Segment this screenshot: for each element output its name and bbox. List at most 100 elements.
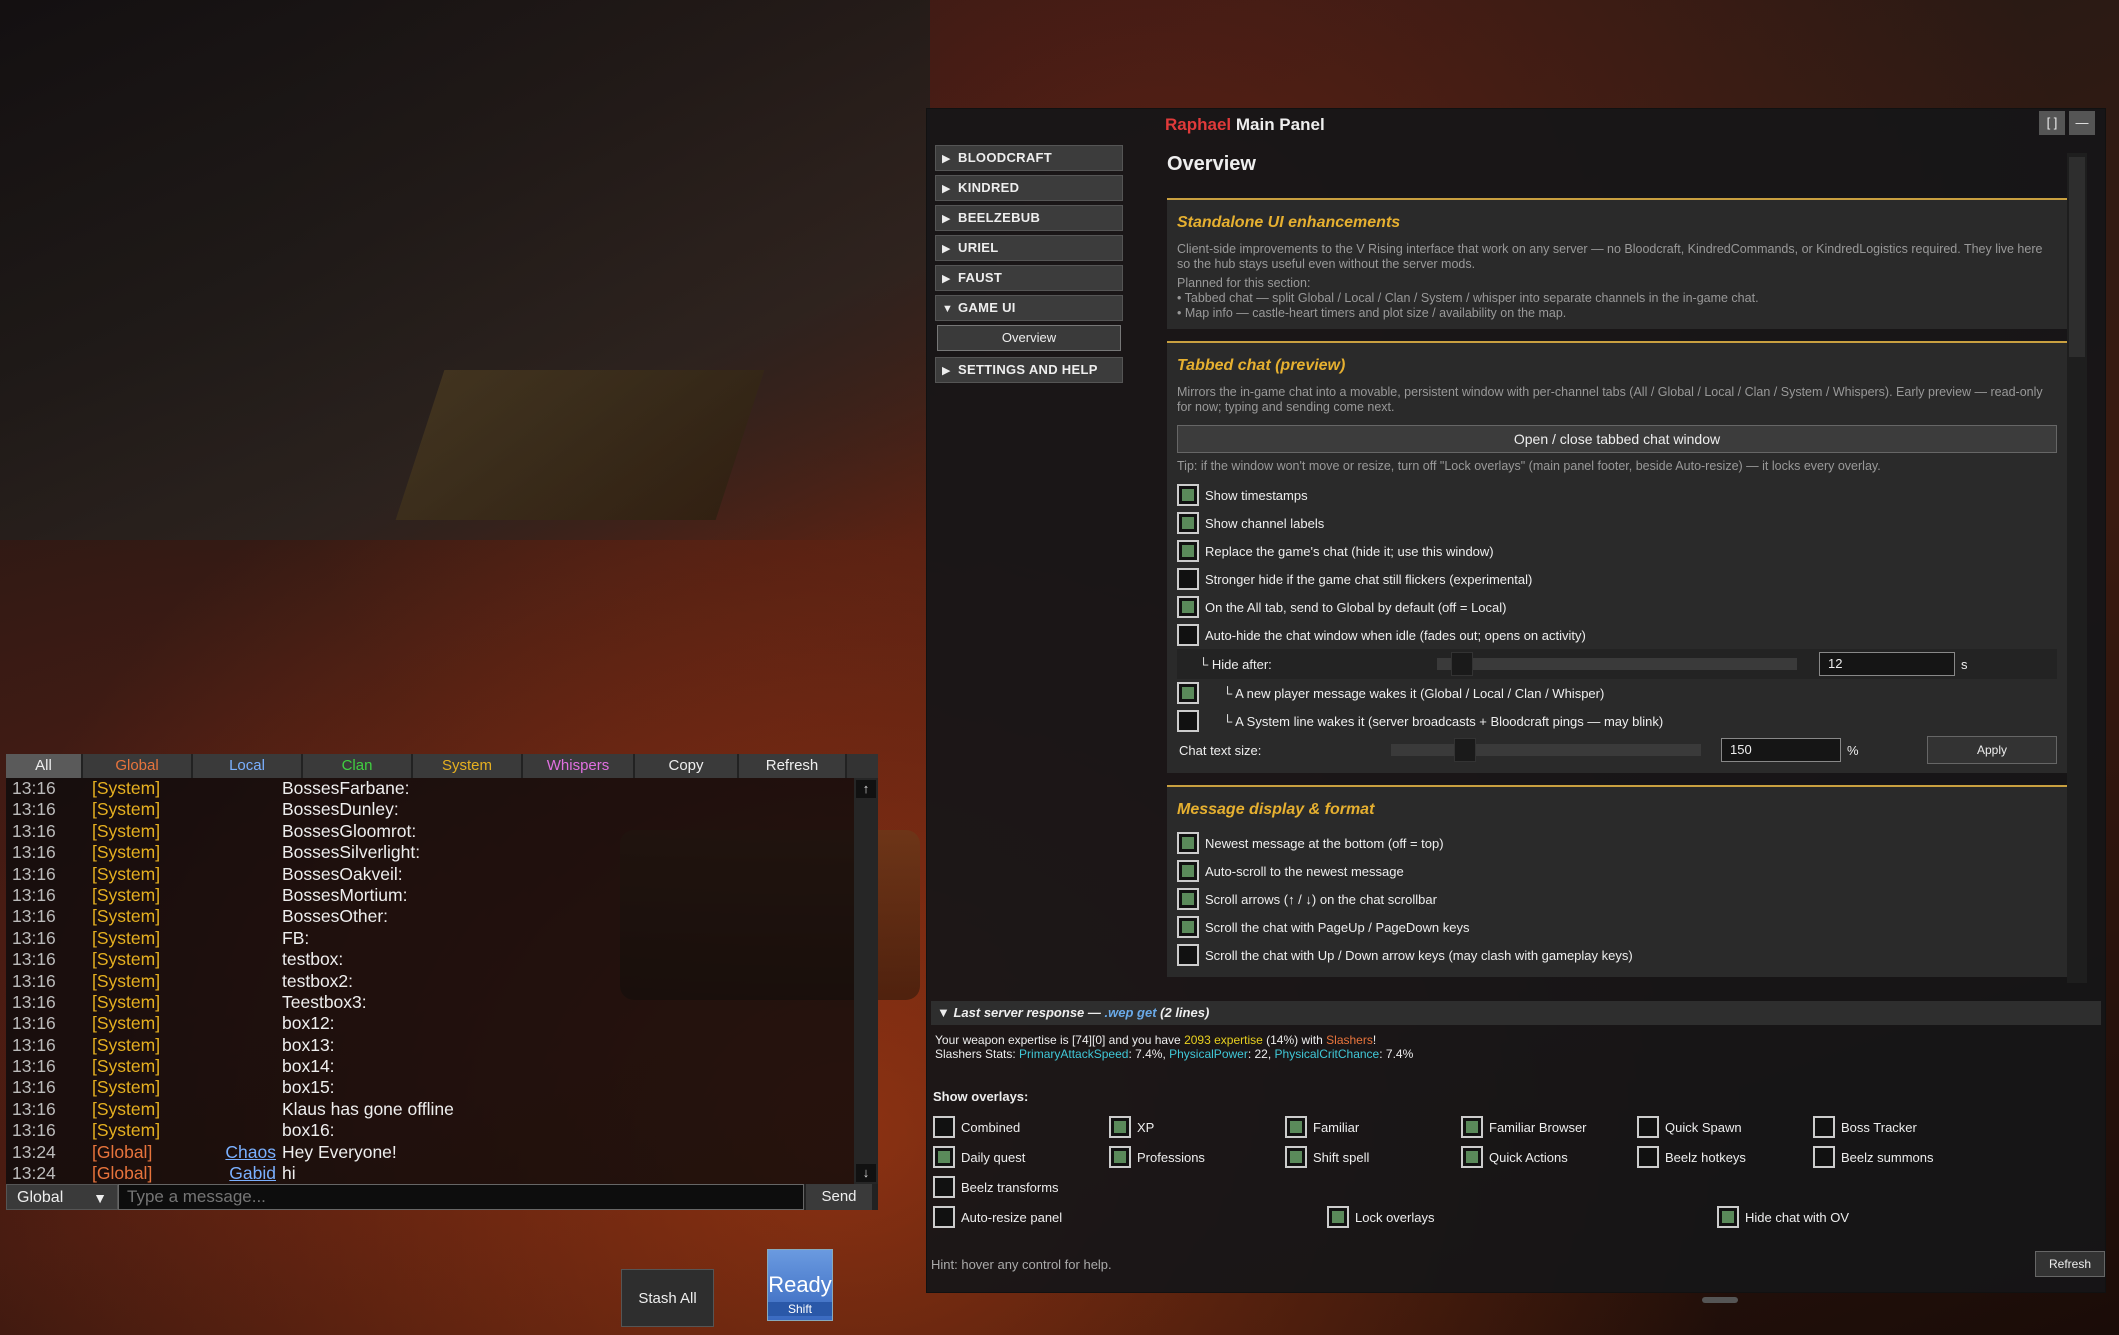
content-scrollbar[interactable]: [2067, 153, 2087, 983]
option-row[interactable]: Show timestamps: [1177, 481, 2057, 509]
sidebar-item-faust[interactable]: ▶ FAUST: [935, 265, 1123, 291]
sidebar-item-settings-and-help[interactable]: ▶ SETTINGS AND HELP: [935, 357, 1123, 383]
overlay-toggle-quick-spawn[interactable]: Quick Spawn: [1637, 1115, 1742, 1139]
checkbox[interactable]: [1637, 1116, 1659, 1138]
scroll-down-arrow-icon[interactable]: ↓: [856, 1164, 876, 1182]
chat-tab-local[interactable]: Local: [193, 754, 303, 778]
option-row[interactable]: Scroll the chat with PageUp / PageDown k…: [1177, 913, 2057, 941]
chat-tab-all[interactable]: All: [6, 754, 83, 778]
overlay-toggle-beelz-hotkeys[interactable]: Beelz hotkeys: [1637, 1145, 1746, 1169]
send-button[interactable]: Send: [804, 1184, 872, 1210]
maximize-button[interactable]: [ ]: [2039, 111, 2065, 135]
content-scrollbar-thumb[interactable]: [2069, 157, 2085, 357]
checkbox[interactable]: [1109, 1146, 1131, 1168]
checkbox[interactable]: [1177, 484, 1199, 506]
sidebar-item-game-ui[interactable]: ▼ GAME UI: [935, 295, 1123, 321]
checkbox[interactable]: [933, 1116, 955, 1138]
message-sender-link[interactable]: Chaos: [218, 1142, 282, 1163]
checkbox[interactable]: [1177, 888, 1199, 910]
checkbox[interactable]: [933, 1146, 955, 1168]
channel-select[interactable]: Global ▼: [6, 1184, 118, 1210]
sidebar-subitem-overview[interactable]: Overview: [937, 325, 1121, 351]
chat-tab-system[interactable]: System: [413, 754, 523, 778]
overlay-toggle-xp[interactable]: XP: [1109, 1115, 1154, 1139]
overlay-toggle-shift-spell[interactable]: Shift spell: [1285, 1145, 1369, 1169]
option-row[interactable]: Scroll arrows (↑ / ↓) on the chat scroll…: [1177, 885, 2057, 913]
chat-tab-refresh[interactable]: Refresh: [739, 754, 847, 778]
sidebar-item-kindred[interactable]: ▶ KINDRED: [935, 175, 1123, 201]
minimize-button[interactable]: —: [2069, 111, 2095, 135]
checkbox[interactable]: [1177, 624, 1199, 646]
overlay-toggle-daily-quest[interactable]: Daily quest: [933, 1145, 1025, 1169]
option-row[interactable]: Auto-hide the chat window when idle (fad…: [1177, 621, 2057, 649]
tabbed-chat-window[interactable]: All Global Local Clan System Whispers Copy Refr…: [6, 754, 878, 1210]
checkbox[interactable]: [1461, 1146, 1483, 1168]
overlay-toggle-beelz-summons[interactable]: Beelz summons: [1813, 1145, 1933, 1169]
main-panel[interactable]: Raphael Main Panel [ ] — ▶ BLOODCRAFT ▶ KIN…: [926, 108, 2106, 1303]
checkbox[interactable]: [1285, 1116, 1307, 1138]
overlay-toggle-familiar[interactable]: Familiar: [1285, 1115, 1359, 1139]
checkbox[interactable]: [1177, 512, 1199, 534]
panel-refresh-button[interactable]: Refresh: [2035, 1251, 2105, 1277]
hide-after-field[interactable]: 12: [1819, 652, 1955, 676]
option-row[interactable]: Replace the game's chat (hide it; use th…: [1177, 537, 2057, 565]
checkbox[interactable]: [1109, 1116, 1131, 1138]
resize-grip[interactable]: [1702, 1297, 1738, 1303]
option-row[interactable]: Stronger hide if the game chat still fli…: [1177, 565, 2057, 593]
footer-toggle-auto-resize-panel[interactable]: Auto-resize panel: [933, 1205, 1062, 1229]
footer-toggle-lock-overlays[interactable]: Lock overlays: [1327, 1205, 1434, 1229]
option-row[interactable]: └ A System line wakes it (server broadca…: [1177, 707, 2057, 735]
checkbox[interactable]: [1177, 710, 1199, 732]
footer-toggle-hide-chat-with-ov[interactable]: Hide chat with OV: [1717, 1205, 1849, 1229]
checkbox[interactable]: [1177, 596, 1199, 618]
overlay-toggle-professions[interactable]: Professions: [1109, 1145, 1205, 1169]
ready-button[interactable]: Ready Shift: [767, 1249, 833, 1321]
sidebar-item-uriel[interactable]: ▶ URIEL: [935, 235, 1123, 261]
checkbox[interactable]: [1177, 860, 1199, 882]
overlay-toggle-beelz-transforms[interactable]: Beelz transforms: [933, 1175, 1059, 1199]
sidebar-item-bloodcraft[interactable]: ▶ BLOODCRAFT: [935, 145, 1123, 171]
checkbox[interactable]: [1177, 568, 1199, 590]
checkbox[interactable]: [1285, 1146, 1307, 1168]
apply-button[interactable]: Apply: [1927, 736, 2057, 764]
option-row[interactable]: Auto-scroll to the newest message: [1177, 857, 2057, 885]
chat-message-input[interactable]: [118, 1184, 804, 1210]
checkbox[interactable]: [1177, 832, 1199, 854]
overlay-toggle-combined[interactable]: Combined: [933, 1115, 1020, 1139]
checkbox[interactable]: [1813, 1116, 1835, 1138]
option-row[interactable]: └ A new player message wakes it (Global …: [1177, 679, 2057, 707]
stash-all-button[interactable]: Stash All: [621, 1269, 714, 1327]
option-row[interactable]: Newest message at the bottom (off = top): [1177, 829, 2057, 857]
hide-after-slider-knob[interactable]: [1451, 652, 1473, 676]
option-row[interactable]: Scroll the chat with Up / Down arrow key…: [1177, 941, 2057, 969]
chat-tab-global[interactable]: Global: [83, 754, 193, 778]
chat-tab-whispers[interactable]: Whispers: [523, 754, 635, 778]
checkbox[interactable]: [1327, 1206, 1349, 1228]
chat-scrollbar[interactable]: ↑ ↓: [854, 778, 878, 1184]
overlay-toggle-familiar-browser[interactable]: Familiar Browser: [1461, 1115, 1587, 1139]
checkbox[interactable]: [1813, 1146, 1835, 1168]
chat-tab-clan[interactable]: Clan: [303, 754, 413, 778]
checkbox[interactable]: [1717, 1206, 1739, 1228]
checkbox[interactable]: [933, 1176, 955, 1198]
message-sender-link[interactable]: Gabid: [218, 1163, 282, 1184]
overlay-toggle-boss-tracker[interactable]: Boss Tracker: [1813, 1115, 1917, 1139]
text-size-field[interactable]: 150: [1721, 738, 1841, 762]
text-size-slider[interactable]: [1391, 738, 1701, 762]
checkbox[interactable]: [1461, 1116, 1483, 1138]
server-response-header[interactable]: ▼ Last server response — .wep get (2 lin…: [931, 1001, 2101, 1025]
text-size-slider-knob[interactable]: [1454, 738, 1476, 762]
checkbox[interactable]: [1177, 682, 1199, 704]
option-row[interactable]: On the All tab, send to Global by defaul…: [1177, 593, 2057, 621]
sidebar-item-beelzebub[interactable]: ▶ BEELZEBUB: [935, 205, 1123, 231]
checkbox[interactable]: [933, 1206, 955, 1228]
checkbox[interactable]: [1177, 916, 1199, 938]
open-tabbed-chat-button[interactable]: Open / close tabbed chat window: [1177, 425, 2057, 453]
hide-after-slider[interactable]: [1437, 652, 1797, 676]
checkbox[interactable]: [1637, 1146, 1659, 1168]
scroll-up-arrow-icon[interactable]: ↑: [856, 780, 876, 798]
option-row[interactable]: Show channel labels: [1177, 509, 2057, 537]
overlay-toggle-quick-actions[interactable]: Quick Actions: [1461, 1145, 1568, 1169]
chat-tab-copy[interactable]: Copy: [635, 754, 739, 778]
checkbox[interactable]: [1177, 944, 1199, 966]
